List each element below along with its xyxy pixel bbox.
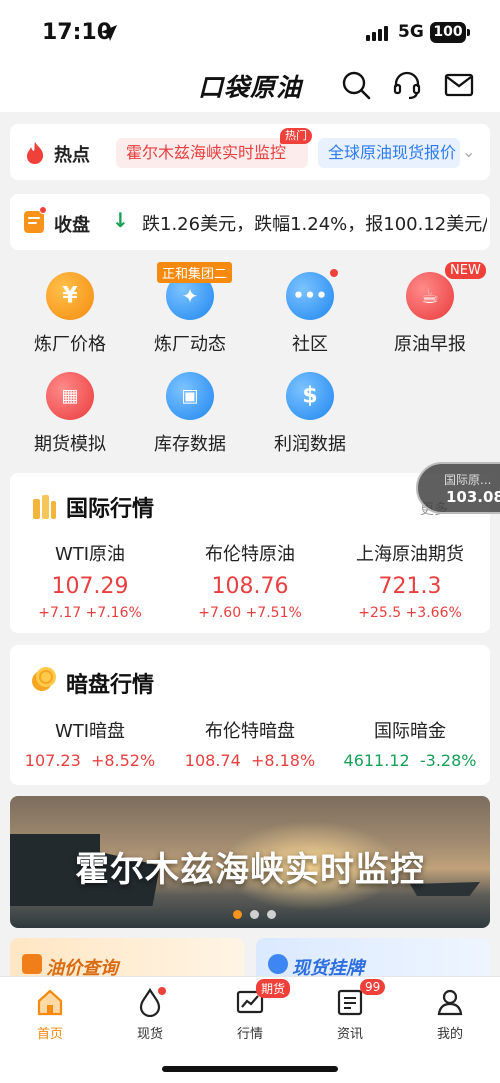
signal-icon (366, 26, 388, 41)
grid-refinery-news[interactable]: ✦ 正和集团二 炼厂动态 (135, 262, 245, 356)
dark-quote-gold[interactable]: 国际暗金 4611.12 -3.28% (330, 717, 490, 770)
gold-bars-icon: ▦ (46, 372, 94, 420)
yen-bag-icon: ¥ (46, 272, 94, 320)
hot-topics-bar: 热点 霍尔木兹海峡实时监控 热门 全球原油现货报价 ⌄ (10, 124, 490, 180)
intl-market-title: 国际行情 (66, 497, 155, 522)
chat-icon: ••• (286, 272, 334, 320)
promo-banner[interactable]: 霍尔木兹海峡实时监控 (10, 796, 490, 928)
grid-community[interactable]: ••• 社区 (255, 269, 365, 356)
tab-home[interactable]: 首页 (10, 987, 90, 1042)
fire-icon (27, 142, 44, 164)
grid-badge: 正和集团二 (157, 262, 233, 283)
search-icon[interactable] (341, 70, 371, 100)
location-arrow-icon (101, 25, 117, 41)
grid-profit-data[interactable]: $ 利润数据 (255, 372, 365, 456)
banner-title: 霍尔木兹海峡实时监控 (75, 850, 425, 890)
dark-quote-brent[interactable]: 布伦特暗盘 108.74 +8.18% (170, 717, 330, 770)
spot-listing-icon (268, 954, 288, 974)
carousel-dots[interactable] (233, 910, 276, 919)
dollar-icon: $ (286, 372, 334, 420)
floating-price-bubble[interactable]: 国际原... 103.08 (416, 462, 500, 514)
battery-icon: 100 (430, 22, 466, 43)
notification-dot (158, 987, 166, 995)
tab-badge: 期货 (256, 979, 291, 998)
grid-morning-report[interactable]: ☕ NEW 原油早报 (375, 262, 486, 356)
tab-news[interactable]: 99 资讯 (310, 979, 390, 1042)
headset-icon[interactable] (392, 70, 422, 100)
oil-price-query-card[interactable]: 油价查询 (10, 938, 244, 978)
gold-coin-icon (32, 667, 56, 691)
quote-shanghai[interactable]: 上海原油期货 721.3 +25.5 +3.66% (330, 540, 490, 621)
status-bar: 17:10 5G 100 (0, 0, 500, 62)
arrow-down-icon: ↓ (112, 208, 129, 232)
tab-spot[interactable]: 现货 (110, 987, 190, 1042)
monitor-icon: ▣ (166, 372, 214, 420)
user-icon (437, 989, 463, 1016)
cup-icon: ☕ (406, 272, 454, 320)
new-badge: NEW (445, 262, 486, 279)
dark-quote-wti[interactable]: WTI暗盘 107.23 +8.52% (10, 717, 170, 770)
close-ticker-text: 跌1.26美元，跌幅1.24%，报100.12美元/桶 (142, 214, 487, 235)
hot-label: 热点 (54, 145, 90, 166)
grid-futures-sim[interactable]: ▦ 期货模拟 (15, 372, 125, 456)
spot-listing-card[interactable]: 现货挂牌 (256, 938, 490, 978)
home-indicator (162, 1066, 338, 1072)
hot-badge: 热门 (280, 128, 312, 144)
notification-dot (39, 206, 47, 214)
app-header: 口袋原油 (0, 62, 500, 112)
close-label: 收盘 (54, 215, 90, 236)
document-icon (24, 211, 44, 233)
dark-market-card: 暗盘行情 WTI暗盘 107.23 +8.52% 布伦特暗盘 108.74 +8… (10, 645, 490, 785)
dark-market-title: 暗盘行情 (66, 673, 155, 698)
oil-query-icon (22, 954, 42, 974)
chevron-down-icon[interactable]: ⌄ (462, 142, 475, 161)
quote-wti[interactable]: WTI原油 107.29 +7.17 +7.16% (10, 540, 170, 621)
notification-dot (330, 269, 338, 277)
app-logo: 口袋原油 (198, 73, 303, 102)
network-type: 5G (398, 22, 424, 42)
quote-brent[interactable]: 布伦特原油 108.76 +7.60 +7.51% (170, 540, 330, 621)
mail-icon[interactable] (444, 70, 474, 100)
tab-profile[interactable]: 我的 (410, 987, 490, 1042)
home-icon (37, 989, 63, 1016)
grid-refinery-price[interactable]: ¥ 炼厂价格 (15, 272, 125, 356)
grid-inventory-data[interactable]: ▣ 库存数据 (135, 372, 245, 456)
tab-badge: 99 (360, 979, 386, 995)
close-ticker-bar[interactable]: 收盘 ↓ 跌1.26美元，跌幅1.24%，报100.12美元/桶 (10, 194, 490, 250)
hot-tag-spot-price[interactable]: 全球原油现货报价 (318, 138, 460, 168)
oil-barrels-icon (33, 495, 56, 519)
tab-market[interactable]: 期货 行情 (210, 979, 291, 1042)
